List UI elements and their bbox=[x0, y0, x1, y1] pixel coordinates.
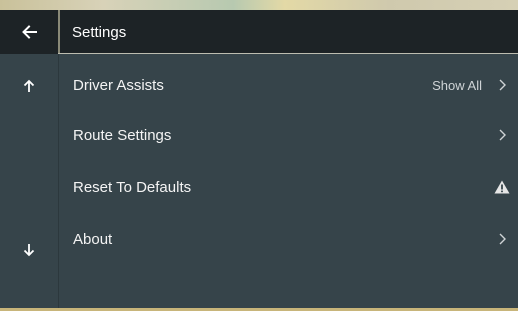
arrow-left-icon bbox=[22, 25, 37, 39]
warning-icon bbox=[494, 180, 510, 194]
menu-item-driver-assists[interactable]: Driver Assists Show All bbox=[60, 59, 518, 111]
settings-menu: Driver Assists Show All Route Settings R… bbox=[60, 54, 518, 308]
settings-screen: Settings Driver Assists Show All Route S… bbox=[0, 0, 518, 311]
arrow-down-icon bbox=[23, 244, 35, 257]
back-button[interactable] bbox=[0, 10, 58, 54]
map-background-top bbox=[0, 0, 518, 10]
menu-item-route-settings[interactable]: Route Settings bbox=[60, 109, 518, 161]
scroll-down-button[interactable] bbox=[0, 230, 58, 270]
page-title: Settings bbox=[72, 23, 127, 41]
menu-item-label: Route Settings bbox=[73, 126, 172, 144]
scroll-divider bbox=[58, 54, 59, 308]
chevron-right-icon bbox=[496, 78, 508, 92]
chevron-right-icon bbox=[496, 128, 508, 142]
menu-item-label: Reset To Defaults bbox=[73, 178, 192, 196]
arrow-up-icon bbox=[23, 79, 35, 92]
menu-item-label: Driver Assists bbox=[73, 76, 164, 94]
menu-item-about[interactable]: About bbox=[60, 213, 518, 265]
header-divider bbox=[58, 10, 60, 54]
scroll-up-button[interactable] bbox=[0, 66, 58, 106]
menu-item-value: Show All bbox=[432, 77, 482, 93]
chevron-right-icon bbox=[496, 232, 508, 246]
menu-item-reset-to-defaults[interactable]: Reset To Defaults bbox=[60, 161, 518, 213]
menu-item-label: About bbox=[73, 230, 113, 248]
